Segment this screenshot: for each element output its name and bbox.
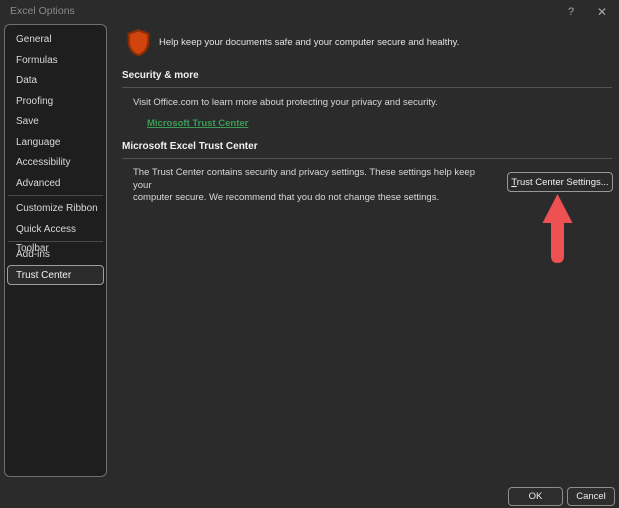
security-shield-icon — [127, 29, 150, 56]
sidebar-item-advanced[interactable]: Advanced — [7, 173, 104, 194]
sidebar-divider — [8, 195, 103, 196]
section-heading-security-more: Security & more — [122, 70, 199, 81]
trust-center-description: The Trust Center contains security and p… — [133, 167, 485, 205]
trust-center-settings-button[interactable]: Trust Center Settings... — [507, 172, 613, 192]
options-category-list: General Formulas Data Proofing Save Lang… — [4, 24, 107, 477]
sidebar-item-accessibility[interactable]: Accessibility — [7, 152, 104, 173]
sidebar-item-language[interactable]: Language — [7, 132, 104, 153]
sidebar-item-customize-ribbon[interactable]: Customize Ribbon — [7, 198, 104, 219]
excel-options-dialog: Excel Options ? ✕ General Formulas Data … — [0, 0, 619, 508]
sidebar-item-save[interactable]: Save — [7, 111, 104, 132]
help-icon[interactable]: ? — [563, 3, 579, 21]
microsoft-trust-center-link[interactable]: Microsoft Trust Center — [147, 118, 248, 129]
sidebar-item-formulas[interactable]: Formulas — [7, 50, 104, 71]
sidebar-item-add-ins[interactable]: Add-ins — [7, 244, 104, 265]
section-divider — [122, 158, 612, 159]
button-label-rest: rust Center Settings... — [517, 177, 609, 188]
section-heading-excel-trust-center: Microsoft Excel Trust Center — [122, 141, 258, 152]
ok-button[interactable]: OK — [508, 487, 563, 506]
security-more-description: Visit Office.com to learn more about pro… — [133, 97, 438, 108]
sidebar-item-quick-access-toolbar[interactable]: Quick Access Toolbar — [7, 219, 104, 240]
cancel-button[interactable]: Cancel — [567, 487, 615, 506]
intro-text: Help keep your documents safe and your c… — [159, 37, 459, 48]
intro-row: Help keep your documents safe and your c… — [127, 29, 459, 56]
red-arrow-up-icon — [540, 192, 576, 272]
sidebar-item-general[interactable]: General — [7, 29, 104, 50]
close-icon[interactable]: ✕ — [593, 3, 611, 21]
sidebar-item-trust-center[interactable]: Trust Center — [7, 265, 104, 286]
section-divider — [122, 87, 612, 88]
dialog-title: Excel Options — [10, 5, 75, 17]
sidebar-item-data[interactable]: Data — [7, 70, 104, 91]
sidebar-item-proofing[interactable]: Proofing — [7, 91, 104, 112]
